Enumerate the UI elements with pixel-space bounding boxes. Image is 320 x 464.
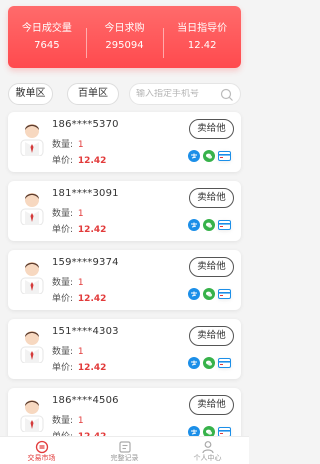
buyer-phone: 186****5370 — [52, 119, 119, 130]
bank-card-icon — [218, 220, 231, 230]
price-value: 12.42 — [77, 225, 107, 235]
avatar-icon — [20, 193, 44, 225]
buyer-phone: 151****4303 — [52, 326, 119, 337]
buyer-card: 151****4303 数量: 1 单价: 12.42 卖给他 — [8, 319, 241, 379]
stat-guide-price: 当日指导价 12.42 — [163, 22, 241, 58]
quantity-label: 数量: — [52, 209, 74, 219]
bottom-nav: 交易市场 完整记录 个人中心 — [0, 436, 249, 464]
payment-methods — [188, 357, 231, 377]
avatar-icon — [20, 124, 44, 156]
avatar-icon — [20, 400, 44, 432]
search-icon[interactable] — [220, 88, 234, 102]
search-box — [129, 83, 241, 105]
filter-bar: 散单区 百单区 — [8, 82, 241, 106]
price-label: 单价: — [52, 363, 74, 373]
price-label: 单价: — [52, 294, 74, 304]
avatar-icon — [20, 331, 44, 363]
stat-label: 今日求购 — [104, 22, 145, 34]
nav-item-profile[interactable]: 个人中心 — [166, 437, 249, 464]
quantity-label: 数量: — [52, 347, 74, 357]
bank-card-icon — [218, 151, 231, 161]
price-row: 单价: 12.42 — [52, 153, 106, 166]
alipay-icon — [188, 219, 200, 231]
user-icon — [201, 441, 214, 454]
nav-label: 个人中心 — [193, 454, 222, 462]
stat-label: 今日成交量 — [21, 22, 72, 34]
price-row: 单价: 12.42 — [52, 291, 106, 304]
sell-to-him-button[interactable]: 卖给他 — [189, 326, 234, 346]
stat-label: 当日指导价 — [177, 22, 228, 34]
quantity-value: 1 — [77, 278, 84, 288]
sell-to-him-button[interactable]: 卖给他 — [189, 119, 234, 139]
payment-methods — [188, 219, 231, 239]
quantity-label: 数量: — [52, 278, 74, 288]
bank-card-icon — [218, 289, 231, 299]
quantity-row: 数量: 1 — [52, 275, 84, 288]
quantity-row: 数量: 1 — [52, 344, 84, 357]
stat-demand: 今日求购 295094 — [85, 22, 164, 58]
buyer-list: 186****5370 数量: 1 单价: 12.42 卖给他 181****3… — [8, 112, 241, 457]
price-value: 12.42 — [77, 156, 107, 166]
quantity-value: 1 — [77, 209, 84, 219]
market-icon — [35, 440, 48, 454]
alipay-icon — [188, 150, 200, 162]
buyer-card: 159****9374 数量: 1 单价: 12.42 卖给他 — [8, 250, 241, 310]
sell-to-him-button[interactable]: 卖给他 — [189, 395, 234, 415]
buyer-phone: 186****4506 — [52, 395, 119, 406]
phone-search-input[interactable] — [136, 89, 220, 99]
price-value: 12.42 — [77, 294, 107, 304]
stat-value: 7645 — [34, 39, 60, 51]
hundred-zone-button[interactable]: 百单区 — [67, 83, 119, 105]
nav-item-records[interactable]: 完整记录 — [83, 437, 166, 464]
sell-to-him-button[interactable]: 卖给他 — [189, 188, 234, 208]
quantity-value: 1 — [77, 140, 84, 150]
quantity-value: 1 — [77, 347, 84, 357]
buyer-phone: 159****9374 — [52, 257, 119, 268]
quantity-row: 数量: 1 — [52, 137, 84, 150]
price-label: 单价: — [52, 225, 74, 235]
quantity-label: 数量: — [52, 416, 74, 426]
nav-label: 完整记录 — [110, 454, 139, 462]
scatter-zone-button[interactable]: 散单区 — [8, 83, 53, 105]
stat-volume: 今日成交量 7645 — [8, 22, 86, 53]
price-value: 12.42 — [77, 363, 107, 373]
quantity-row: 数量: 1 — [52, 206, 84, 219]
payment-methods — [188, 150, 231, 170]
quantity-row: 数量: 1 — [52, 413, 84, 426]
payment-methods — [188, 288, 231, 308]
quantity-label: 数量: — [52, 140, 74, 150]
price-row: 单价: 12.42 — [52, 222, 106, 235]
stat-value: 295094 — [105, 39, 144, 51]
bank-card-icon — [218, 358, 231, 368]
price-label: 单价: — [52, 156, 74, 166]
wechat-icon — [203, 288, 215, 300]
wechat-icon — [203, 357, 215, 369]
wechat-icon — [203, 219, 215, 231]
avatar-icon — [20, 262, 44, 294]
wechat-icon — [203, 150, 215, 162]
nav-item-market[interactable]: 交易市场 — [0, 437, 83, 464]
record-icon — [118, 441, 131, 453]
buyer-card: 181****3091 数量: 1 单价: 12.42 卖给他 — [8, 181, 241, 241]
stat-value: 12.42 — [187, 39, 217, 51]
quantity-value: 1 — [77, 416, 84, 426]
stats-banner: 今日成交量 7645 今日求购 295094 当日指导价 12.42 — [8, 6, 241, 68]
alipay-icon — [188, 357, 200, 369]
price-row: 单价: 12.42 — [52, 360, 106, 373]
alipay-icon — [188, 288, 200, 300]
sell-to-him-button[interactable]: 卖给他 — [189, 257, 234, 277]
buyer-card: 186****5370 数量: 1 单价: 12.42 卖给他 — [8, 112, 241, 172]
nav-label: 交易市场 — [27, 454, 56, 462]
buyer-phone: 181****3091 — [52, 188, 119, 199]
